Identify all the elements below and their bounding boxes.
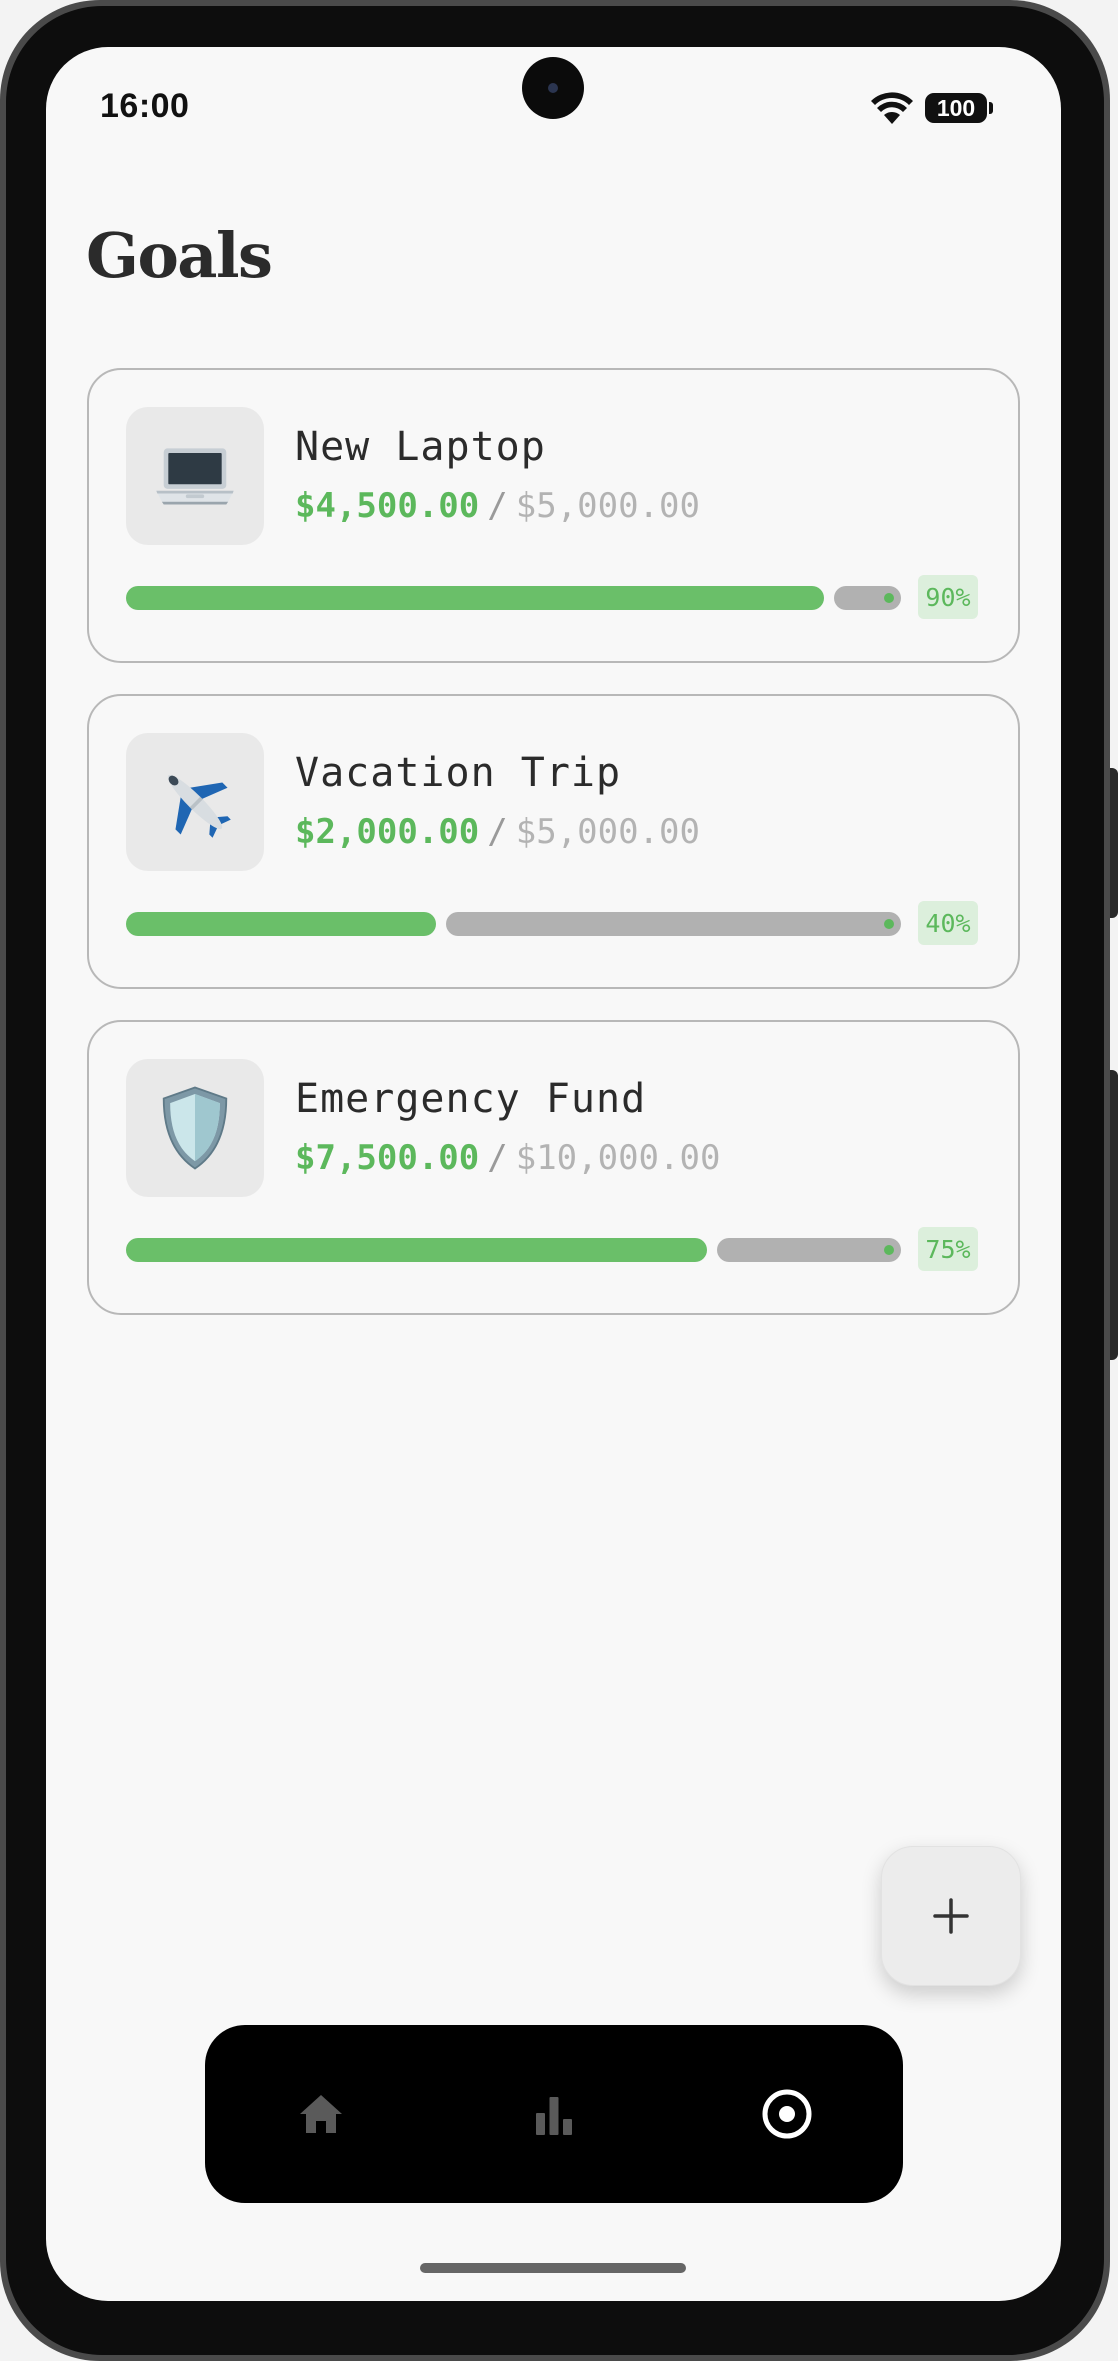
nav-goals[interactable] xyxy=(743,2070,831,2158)
goal-amounts: $2,000.00/$5,000.00 xyxy=(295,812,700,852)
home-indicator[interactable] xyxy=(420,2263,686,2273)
goal-icon-container xyxy=(126,1059,264,1197)
goal-current-amount: $2,000.00 xyxy=(295,812,480,852)
goal-amounts: $4,500.00/$5,000.00 xyxy=(295,486,700,526)
plus-icon xyxy=(933,1898,969,1934)
goal-target-amount: $5,000.00 xyxy=(515,812,700,852)
airplane-icon xyxy=(167,774,231,838)
add-goal-button[interactable] xyxy=(881,1846,1021,1986)
screen: 16:00 100 Goals New Laptop $4,500.00 / $… xyxy=(46,47,1061,2301)
amount-separator: / xyxy=(487,486,508,526)
bottom-navigation xyxy=(205,2025,903,2203)
front-camera xyxy=(522,57,584,119)
laptop-icon xyxy=(156,448,234,505)
phone-device: 16:00 100 Goals New Laptop $4,500.00 / $… xyxy=(0,0,1118,2361)
battery-level: 100 xyxy=(936,94,976,121)
progress-fill xyxy=(126,912,436,936)
goal-icon-container xyxy=(126,407,264,545)
progress-fill xyxy=(126,1238,707,1262)
progress-end-dot xyxy=(884,1245,894,1255)
wifi-icon xyxy=(871,92,913,124)
amount-separator: / xyxy=(487,1138,508,1178)
page-title: Goals xyxy=(86,219,273,292)
home-icon xyxy=(300,2095,342,2133)
target-icon xyxy=(762,2089,812,2139)
goal-card-vacation-trip[interactable]: Vacation Trip $2,000.00/$5,000.00 40% xyxy=(87,694,1020,989)
goal-name: Vacation Trip xyxy=(295,750,622,796)
progress-end-dot xyxy=(884,919,894,929)
goal-name: Emergency Fund xyxy=(295,1076,647,1122)
goal-percent-badge: 90% xyxy=(918,575,978,619)
goal-amounts: $7,500.00/$10,000.00 xyxy=(295,1138,720,1178)
bar-chart-icon xyxy=(536,2097,572,2135)
amount-separator: / xyxy=(487,812,508,852)
nav-stats[interactable] xyxy=(510,2070,598,2158)
goal-current-amount: $7,500.00 xyxy=(295,1138,480,1178)
shield-icon xyxy=(162,1086,228,1170)
status-icons: 100 xyxy=(871,91,993,125)
progress-fill xyxy=(126,586,824,610)
goal-progress-bar xyxy=(126,586,901,610)
battery-icon: 100 xyxy=(925,93,993,123)
progress-track xyxy=(717,1238,901,1262)
status-time: 16:00 xyxy=(100,87,190,125)
goal-icon-container xyxy=(126,733,264,871)
goal-current-amount: $4,500.00 xyxy=(295,486,480,526)
progress-track xyxy=(446,912,901,936)
goal-card-emergency-fund[interactable]: Emergency Fund $7,500.00/$10,000.00 75% xyxy=(87,1020,1020,1315)
progress-track xyxy=(834,586,901,610)
nav-home[interactable] xyxy=(277,2070,365,2158)
goal-name: New Laptop xyxy=(295,424,546,470)
goal-target-amount: $5,000.00 xyxy=(515,486,700,526)
goal-percent-badge: 75% xyxy=(918,1227,978,1271)
progress-end-dot xyxy=(884,593,894,603)
goal-progress-bar xyxy=(126,1238,901,1262)
goal-progress-bar xyxy=(126,912,901,936)
goal-target-amount: $10,000.00 xyxy=(515,1138,721,1178)
goal-card-new-laptop[interactable]: New Laptop $4,500.00/$5,000.00 90% xyxy=(87,368,1020,663)
goal-percent-badge: 40% xyxy=(918,901,978,945)
